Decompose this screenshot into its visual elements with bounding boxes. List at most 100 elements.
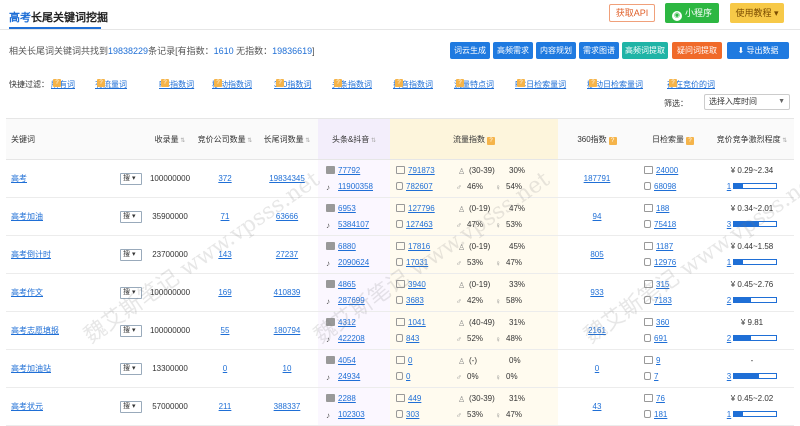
- wordcloud-button[interactable]: 词云生成: [450, 42, 490, 59]
- mini-program-button[interactable]: ◉ 小程序: [665, 3, 719, 23]
- mobile-index-link[interactable]: 3683: [406, 293, 456, 309]
- keyword-link[interactable]: 高考倒计时: [11, 250, 51, 259]
- high-demand-button[interactable]: 高频需求: [493, 42, 533, 59]
- bid-companies-link[interactable]: 169: [218, 288, 231, 297]
- mobile-index-link[interactable]: 303: [406, 407, 456, 423]
- col-daily-search[interactable]: 日检索量?: [636, 118, 710, 160]
- douyin-index-link[interactable]: 287699: [338, 296, 365, 305]
- keyword-link[interactable]: 高考加油: [11, 212, 43, 221]
- mobile-daily-link[interactable]: 12976: [654, 258, 676, 267]
- douyin-index-link[interactable]: 102303: [338, 410, 365, 419]
- douyin-index-link[interactable]: 422208: [338, 334, 365, 343]
- mobile-index-link[interactable]: 782607: [406, 179, 456, 195]
- bid-level-link[interactable]: 1: [727, 182, 731, 191]
- search-engine-select[interactable]: 搜 ▾: [120, 286, 142, 299]
- toutiao-index-link[interactable]: 6880: [338, 242, 356, 251]
- search-engine-select[interactable]: 搜 ▾: [120, 400, 142, 413]
- toutiao-index-link[interactable]: 77792: [338, 166, 360, 175]
- bid-companies-link[interactable]: 71: [221, 212, 230, 221]
- bid-companies-link[interactable]: 0: [223, 364, 227, 373]
- demand-graph-button[interactable]: 需求图谱: [579, 42, 619, 59]
- get-api-button[interactable]: 获取API: [609, 4, 655, 22]
- toutiao-index-link[interactable]: 2288: [338, 394, 356, 403]
- keyword-link[interactable]: 高考: [11, 174, 27, 183]
- bid-level-link[interactable]: 1: [727, 258, 731, 267]
- toutiao-index-link[interactable]: 4865: [338, 280, 356, 289]
- pc-index-link[interactable]: 3940: [408, 277, 458, 293]
- douyin-index-link[interactable]: 11900358: [338, 182, 373, 191]
- keyword-link[interactable]: 高考加油站: [11, 364, 51, 373]
- longtail-link[interactable]: 19834345: [269, 174, 305, 183]
- mobile-daily-link[interactable]: 7: [654, 372, 658, 381]
- mobile-index-link[interactable]: 843: [406, 331, 456, 347]
- bid-companies-link[interactable]: 55: [221, 326, 230, 335]
- bid-level-link[interactable]: 1: [727, 410, 731, 419]
- longtail-link[interactable]: 410839: [274, 288, 301, 297]
- mobile-daily-link[interactable]: 68098: [654, 182, 676, 191]
- index-360-link[interactable]: 94: [593, 212, 602, 221]
- export-button[interactable]: ⬇ 导出数据: [727, 42, 789, 59]
- mobile-index-link[interactable]: 0: [406, 369, 456, 385]
- col-bid-companies[interactable]: 竞价公司数量 ⇅: [194, 118, 256, 160]
- douyin-index-link[interactable]: 2090624: [338, 258, 369, 267]
- pc-index-link[interactable]: 449: [408, 391, 458, 407]
- bid-companies-link[interactable]: 372: [218, 174, 231, 183]
- index-360-link[interactable]: 187791: [584, 174, 611, 183]
- mobile-daily-link[interactable]: 75418: [654, 220, 676, 229]
- search-engine-select[interactable]: 搜 ▾: [120, 172, 142, 185]
- pc-daily-link[interactable]: 1187: [656, 242, 673, 251]
- pc-index-link[interactable]: 1041: [408, 315, 458, 331]
- question-extract-button[interactable]: 疑问词提取: [672, 42, 722, 59]
- bid-level-link[interactable]: 3: [727, 220, 731, 229]
- col-traffic-index[interactable]: 流量指数?: [390, 118, 558, 160]
- search-engine-select[interactable]: 搜 ▾: [120, 324, 142, 337]
- time-select[interactable]: 选择入库时间 ▼: [704, 94, 790, 110]
- longtail-link[interactable]: 388337: [274, 402, 301, 411]
- search-engine-select[interactable]: 搜 ▾: [120, 248, 142, 261]
- search-engine-select[interactable]: 搜 ▾: [120, 210, 142, 223]
- bid-companies-link[interactable]: 211: [219, 402, 232, 411]
- high-freq-extract-button[interactable]: 高频词提取: [622, 42, 668, 59]
- col-longtail[interactable]: 长尾词数量 ⇅: [256, 118, 318, 160]
- pc-daily-link[interactable]: 76: [656, 394, 665, 403]
- bid-level-link[interactable]: 3: [727, 372, 731, 381]
- pc-daily-link[interactable]: 360: [656, 318, 669, 327]
- search-engine-select[interactable]: 搜 ▾: [120, 362, 142, 375]
- bid-level-link[interactable]: 2: [727, 296, 731, 305]
- longtail-link[interactable]: 27237: [276, 250, 298, 259]
- douyin-index-link[interactable]: 5384107: [338, 220, 369, 229]
- index-360-link[interactable]: 0: [595, 364, 599, 373]
- col-360-index[interactable]: 360指数?: [558, 118, 636, 160]
- pc-index-link[interactable]: 17816: [408, 239, 458, 255]
- bid-companies-link[interactable]: 143: [218, 250, 231, 259]
- pc-index-link[interactable]: 791873: [408, 163, 458, 179]
- douyin-index-link[interactable]: 24934: [338, 372, 360, 381]
- mobile-daily-link[interactable]: 691: [654, 334, 667, 343]
- pc-daily-link[interactable]: 188: [656, 204, 669, 213]
- mobile-index-link[interactable]: 127463: [406, 217, 456, 233]
- content-plan-button[interactable]: 内容规划: [536, 42, 576, 59]
- tutorial-button[interactable]: 使用教程 ▾: [730, 3, 784, 23]
- longtail-link[interactable]: 180794: [274, 326, 301, 335]
- col-bid-level[interactable]: 竞价竞争激烈程度 ⇅: [710, 118, 794, 160]
- pc-index-link[interactable]: 0: [408, 353, 458, 369]
- index-360-link[interactable]: 805: [590, 250, 603, 259]
- keyword-link[interactable]: 高考状元: [11, 402, 43, 411]
- pc-daily-link[interactable]: 315: [656, 280, 669, 289]
- longtail-link[interactable]: 63666: [276, 212, 298, 221]
- mobile-index-link[interactable]: 17031: [406, 255, 456, 271]
- toutiao-index-link[interactable]: 4054: [338, 356, 356, 365]
- mobile-daily-link[interactable]: 7183: [654, 296, 672, 305]
- pc-daily-link[interactable]: 24000: [656, 166, 678, 175]
- longtail-link[interactable]: 10: [283, 364, 292, 373]
- col-toutiao-douyin[interactable]: 头条&抖音 ⇅: [318, 118, 390, 160]
- index-360-link[interactable]: 933: [590, 288, 603, 297]
- bid-level-link[interactable]: 2: [727, 334, 731, 343]
- keyword-link[interactable]: 高考志愿填报: [11, 326, 59, 335]
- keyword-link[interactable]: 高考作文: [11, 288, 43, 297]
- toutiao-index-link[interactable]: 6953: [338, 204, 356, 213]
- toutiao-index-link[interactable]: 4312: [338, 318, 356, 327]
- pc-index-link[interactable]: 127796: [408, 201, 458, 217]
- index-360-link[interactable]: 43: [593, 402, 602, 411]
- pc-daily-link[interactable]: 9: [656, 356, 660, 365]
